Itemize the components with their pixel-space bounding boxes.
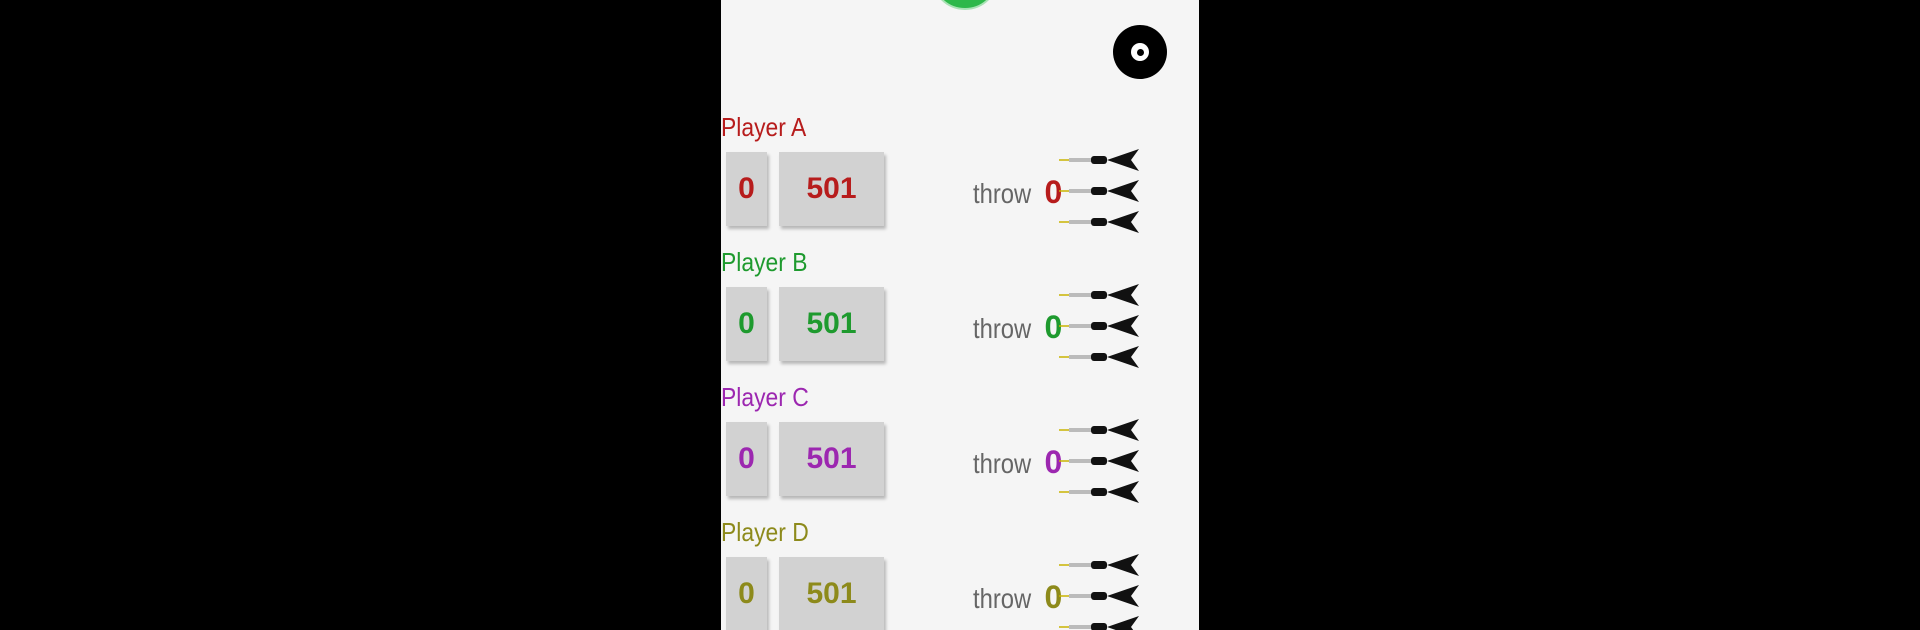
dart-icon [1059,315,1139,337]
throw-indicator: throw 0 [973,444,1062,481]
legs-box[interactable]: 0 [726,557,767,630]
legs-value: 0 [738,307,755,340]
score-box[interactable]: 501 [779,557,884,630]
player-card-c: Player C 0 501 throw 0 [721,382,1199,517]
darts-remaining [1059,147,1139,237]
dart-icon [1059,554,1139,576]
score-box[interactable]: 501 [779,422,884,496]
throw-indicator: throw 0 [973,174,1062,211]
darts-remaining [1059,417,1139,507]
player-card-d: Player D 0 501 throw 0 [721,517,1199,630]
throw-label: throw [973,583,1032,614]
throw-label: throw [973,178,1032,209]
score-box[interactable]: 501 [779,152,884,226]
score-value: 501 [806,442,857,475]
player-card-b: Player B 0 501 throw 0 [721,247,1199,382]
legs-value: 0 [738,442,755,475]
dart-icon [1059,346,1139,368]
dart-icon [1059,180,1139,202]
throw-indicator: throw 0 [973,309,1062,346]
legs-box[interactable]: 0 [726,152,767,226]
player-name: Player C [721,382,809,412]
score-value: 501 [806,307,857,340]
app-screen: Player A 0 501 throw 0 Player B 0 501 th… [721,0,1199,630]
darts-remaining [1059,552,1139,630]
player-name: Player B [721,247,808,277]
dart-icon [1059,149,1139,171]
score-value: 501 [806,172,857,205]
legs-box[interactable]: 0 [726,287,767,361]
start-button[interactable] [931,0,999,10]
dart-icon [1059,211,1139,233]
score-box[interactable]: 501 [779,287,884,361]
dart-icon [1059,616,1139,630]
throw-indicator: throw 0 [973,579,1062,616]
dart-icon [1059,419,1139,441]
dart-icon [1059,450,1139,472]
dart-icon [1059,585,1139,607]
legs-box[interactable]: 0 [726,422,767,496]
legs-value: 0 [738,172,755,205]
legs-value: 0 [738,577,755,610]
throw-label: throw [973,448,1032,479]
dart-icon [1059,481,1139,503]
dart-icon [1059,284,1139,306]
dartboard-icon[interactable] [1113,25,1167,79]
player-card-a: Player A 0 501 throw 0 [721,112,1199,247]
player-name: Player A [721,112,807,142]
darts-remaining [1059,282,1139,372]
score-value: 501 [806,577,857,610]
player-name: Player D [721,517,809,547]
throw-label: throw [973,313,1032,344]
